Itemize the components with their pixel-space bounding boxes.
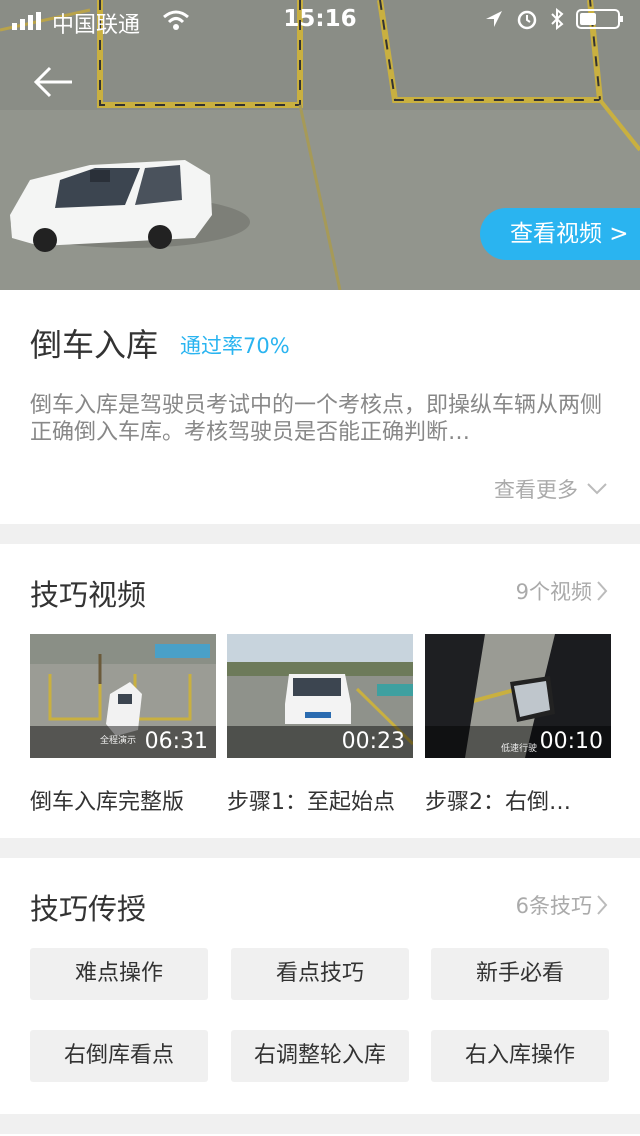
- videos-section-title: 技巧视频: [30, 578, 147, 612]
- alarm-icon: [517, 10, 537, 30]
- see-more-label: 查看更多: [494, 478, 578, 502]
- see-more-button[interactable]: 查看更多: [494, 474, 608, 504]
- videos-count-label: 9个视频: [515, 580, 592, 604]
- video-tag: 低速行驶: [501, 744, 538, 754]
- tip-chip[interactable]: 新手必看: [431, 948, 609, 1000]
- video-thumbnail[interactable]: 06:31 全程演示: [30, 634, 216, 758]
- tips-section-title: 技巧传授: [30, 892, 147, 926]
- tip-chip[interactable]: 难点操作: [30, 948, 208, 1000]
- tips-section: 技巧传授 6条技巧 难点操作 看点技巧 新手必看 右倒库看点 右调整轮入库 右入…: [0, 858, 640, 1114]
- hero-banner: 中国联通 15:16 查看视频 >: [0, 0, 640, 290]
- intro-card: 倒车入库 通过率70% 倒车入库是驾驶员考试中的一个考核点，即操纵车辆从两侧正确…: [0, 290, 640, 524]
- battery-icon: [576, 9, 623, 29]
- tip-chip[interactable]: 右入库操作: [431, 1030, 609, 1082]
- video-caption[interactable]: 步骤2：右倒…: [425, 784, 611, 816]
- back-arrow-icon[interactable]: [28, 60, 80, 104]
- chevron-down-icon: [587, 483, 607, 495]
- video-duration: 00:23: [227, 726, 413, 758]
- page-title: 倒车入库: [30, 326, 159, 364]
- tip-chip[interactable]: 看点技巧: [231, 948, 409, 1000]
- video-thumbnail[interactable]: 00:10 低速行驶: [425, 634, 611, 758]
- videos-section: 技巧视频 9个视频 06:31 全程演示 倒车入库完整版 00:23 步骤1：至…: [0, 544, 640, 838]
- tips-count-link[interactable]: 6条技巧: [516, 890, 608, 920]
- chevron-right-icon: [597, 581, 608, 601]
- tip-chip[interactable]: 右调整轮入库: [231, 1030, 409, 1082]
- video-caption[interactable]: 步骤1：至起始点: [227, 784, 413, 816]
- chevron-right-icon: [597, 895, 608, 915]
- intro-description: 倒车入库是驾驶员考试中的一个考核点，即操纵车辆从两侧正确倒入车库。考核驾驶员是否…: [30, 393, 603, 445]
- video-tag: 全程演示: [100, 736, 137, 746]
- videos-count-link[interactable]: 9个视频: [516, 576, 608, 606]
- bluetooth-icon: [551, 8, 564, 30]
- pass-rate-badge: 通过率70%: [180, 334, 290, 358]
- video-thumbnail[interactable]: 00:23: [227, 634, 413, 758]
- video-caption[interactable]: 倒车入库完整版: [30, 784, 216, 816]
- tips-count-label: 6条技巧: [515, 894, 592, 918]
- status-bar: 中国联通 15:16: [0, 0, 640, 40]
- tip-chip[interactable]: 右倒库看点: [30, 1030, 208, 1082]
- watch-video-button[interactable]: 查看视频 >: [480, 208, 640, 260]
- location-arrow-icon: [486, 11, 502, 27]
